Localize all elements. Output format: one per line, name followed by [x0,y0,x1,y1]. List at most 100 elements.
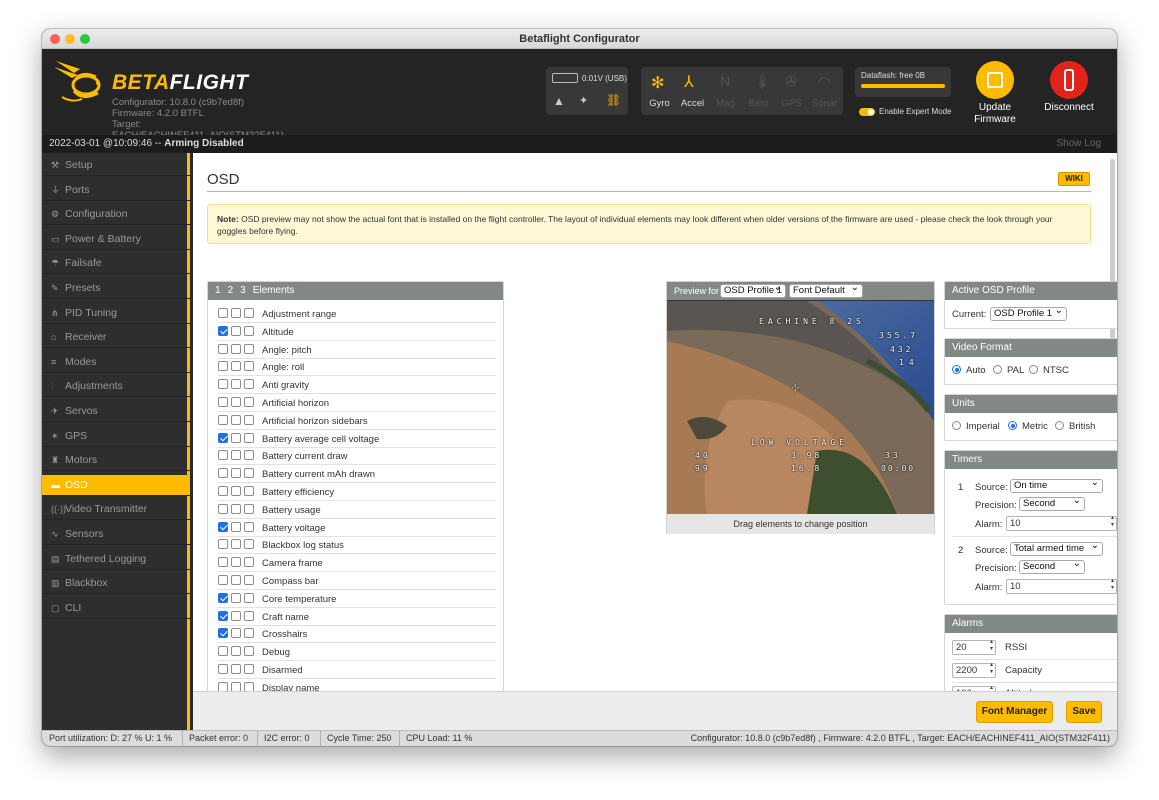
wiki-button[interactable]: WIKI [1058,172,1090,186]
element-profile-1-checkbox[interactable] [218,325,228,336]
element-profile-1-checkbox[interactable] [218,557,228,568]
sidebar-item-sensors[interactable]: ∿ Sensors [42,524,190,545]
element-profile-3-checkbox[interactable] [244,521,254,532]
element-profile-3-checkbox[interactable] [244,592,254,603]
disconnect-button[interactable]: Disconnect [1037,61,1101,114]
element-profile-2-checkbox[interactable] [231,539,241,550]
element-profile-2-checkbox[interactable] [231,343,241,354]
element-profile-2-checkbox[interactable] [231,521,241,532]
element-profile-3-checkbox[interactable] [244,468,254,479]
element-profile-3-checkbox[interactable] [244,628,254,639]
osd-distance[interactable]: 355.7 [879,331,918,340]
show-log-link[interactable]: Show Log [1057,138,1101,149]
element-profile-2-checkbox[interactable] [231,308,241,318]
element-profile-1-checkbox[interactable] [218,379,228,390]
element-profile-2-checkbox[interactable] [231,468,241,479]
sidebar-item-servos[interactable]: ✈ Servos [42,401,190,422]
element-profile-3-checkbox[interactable] [244,486,254,496]
timer-2-alarm-input[interactable]: 10 [1006,578,1117,594]
element-profile-3-checkbox[interactable] [244,557,254,568]
element-profile-3-checkbox[interactable] [244,503,254,514]
element-profile-1-checkbox[interactable] [218,308,228,318]
profile-3-tab[interactable]: 3 [240,285,246,296]
osd-core-temp[interactable]: 33 [885,451,901,460]
element-profile-2-checkbox[interactable] [231,557,241,568]
osd-warning[interactable]: LOW VOLTAGE [751,438,848,447]
alarm-capacity-input[interactable]: 2200 [952,662,996,678]
element-profile-3-checkbox[interactable] [244,308,254,318]
osd-craft-name[interactable]: EACHINE 8 2S [759,317,865,326]
sidebar-item-osd[interactable]: ▬ OSD [42,474,190,496]
element-profile-1-checkbox[interactable] [218,575,228,585]
element-profile-1-checkbox[interactable] [218,414,228,425]
element-profile-2-checkbox[interactable] [231,628,241,639]
alarm-rssi-input[interactable]: 20 [952,639,996,655]
expert-mode-toggle[interactable]: Enable Expert Mode [859,107,952,116]
element-profile-1-checkbox[interactable] [218,503,228,514]
element-profile-1-checkbox[interactable] [218,592,228,603]
element-profile-2-checkbox[interactable] [231,432,241,443]
osd-satellites[interactable]: 14 [899,358,919,367]
sidebar-item-power-battery[interactable]: ▭ Power & Battery [42,229,190,250]
preview-font-select[interactable]: Font Default [789,282,863,298]
video-format-pal-radio[interactable] [993,365,1002,374]
sidebar-item-motors[interactable]: ♜ Motors [42,450,190,472]
video-format-ntsc-radio[interactable] [1029,365,1038,374]
element-profile-2-checkbox[interactable] [231,325,241,336]
sidebar-item-presets[interactable]: ✎ Presets [42,278,190,299]
osd-link-quality[interactable]: 99 [695,464,711,473]
units-metric-radio[interactable] [1008,421,1017,430]
element-profile-3-checkbox[interactable] [244,432,254,443]
units-imperial-radio[interactable] [952,421,961,430]
element-profile-2-checkbox[interactable] [231,414,241,425]
content-scrollbar[interactable] [1110,159,1115,365]
element-profile-3-checkbox[interactable] [244,539,254,550]
save-button[interactable]: Save [1066,701,1102,723]
update-firmware-button[interactable]: Update Firmware [963,61,1027,126]
element-profile-1-checkbox[interactable] [218,646,228,657]
sidebar-item-modes[interactable]: ≡ Modes [42,352,190,373]
preview-profile-select[interactable]: OSD Profile 1 [720,282,786,298]
sidebar-item-failsafe[interactable]: ☂ Failsafe [42,253,190,275]
sidebar-item-tethered-logging[interactable]: ▤ Tethered Logging [42,549,190,570]
element-profile-1-checkbox[interactable] [218,361,228,372]
active-profile-select[interactable]: OSD Profile 1 [990,305,1067,321]
element-profile-3-checkbox[interactable] [244,450,254,461]
element-profile-2-checkbox[interactable] [231,664,241,674]
element-profile-2-checkbox[interactable] [231,646,241,657]
element-profile-1-checkbox[interactable] [218,486,228,496]
element-profile-1-checkbox[interactable] [218,610,228,621]
units-british-radio[interactable] [1055,421,1064,430]
sidebar-item-setup[interactable]: ⚒ Setup [42,155,190,176]
sidebar-item-receiver[interactable]: ⌂ Receiver [42,327,190,349]
timer-1-alarm-input[interactable]: 10 [1006,515,1117,531]
element-profile-2-checkbox[interactable] [231,450,241,461]
element-profile-2-checkbox[interactable] [231,486,241,496]
element-profile-3-checkbox[interactable] [244,325,254,336]
element-profile-2-checkbox[interactable] [231,503,241,514]
sidebar-item-pid-tuning[interactable]: ⋔ PID Tuning [42,303,190,324]
element-profile-3-checkbox[interactable] [244,664,254,674]
element-profile-1-checkbox[interactable] [218,521,228,532]
element-profile-3-checkbox[interactable] [244,361,254,372]
profile-1-tab[interactable]: 1 [215,285,221,296]
osd-timer[interactable]: 00:00 [881,464,915,473]
element-profile-2-checkbox[interactable] [231,592,241,603]
osd-crosshairs[interactable]: ⊹ [791,383,799,394]
timer-2-source-select[interactable]: Total armed time [1010,540,1103,556]
osd-preview-canvas[interactable]: EACHINE 8 2S 355.7 432 14 ⊹ LOW VOLTAGE … [667,301,934,514]
element-profile-1-checkbox[interactable] [218,468,228,479]
sidebar-item-video-transmitter[interactable]: ((·)) Video Transmitter [42,499,190,521]
element-profile-1-checkbox[interactable] [218,397,228,407]
timer-1-precision-select[interactable]: Second [1019,495,1085,511]
profile-2-tab[interactable]: 2 [228,285,234,296]
element-profile-2-checkbox[interactable] [231,575,241,585]
element-profile-1-checkbox[interactable] [218,539,228,550]
element-profile-3-checkbox[interactable] [244,414,254,425]
sidebar-item-ports[interactable]: ⏚ Ports [42,180,190,201]
sidebar-item-adjustments[interactable]: ⫶ Adjustments [42,376,190,398]
osd-battery-voltage[interactable]: 16.8 [791,464,822,473]
timer-2-precision-select[interactable]: Second [1019,558,1085,574]
element-profile-2-checkbox[interactable] [231,361,241,372]
element-profile-3-checkbox[interactable] [244,379,254,390]
